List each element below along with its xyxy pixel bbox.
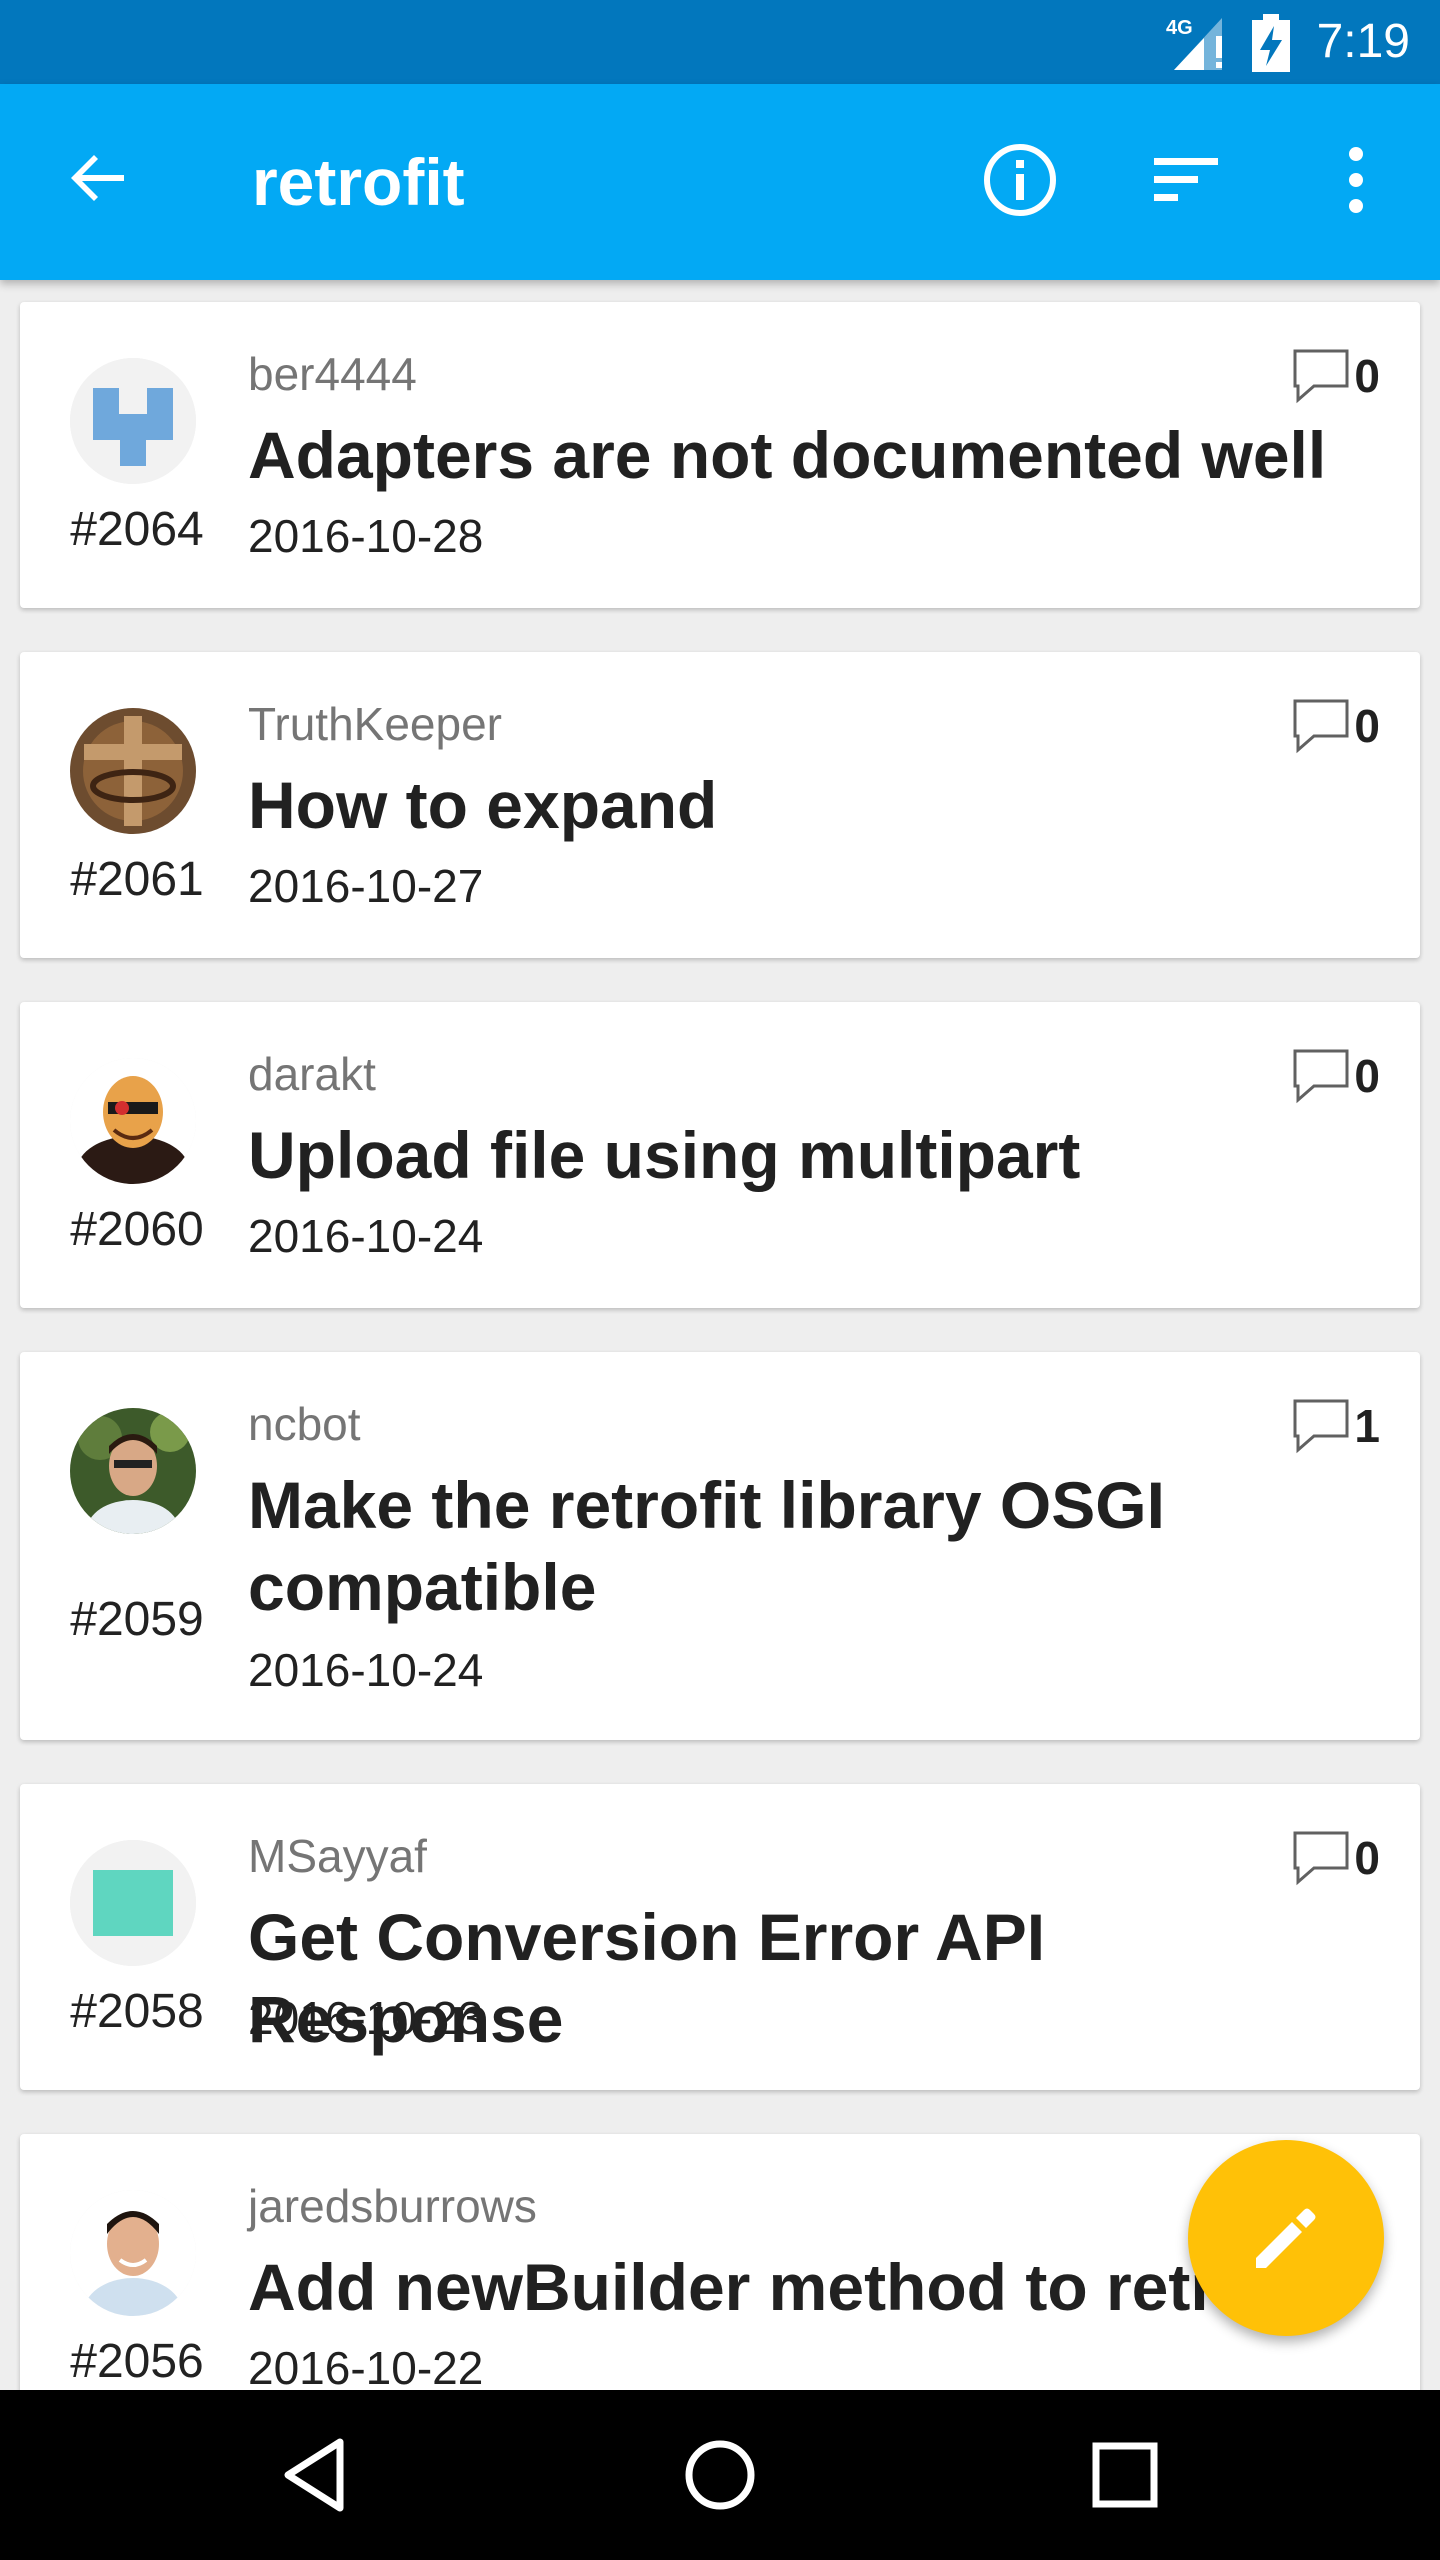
nav-home-icon[interactable]: [677, 2432, 763, 2518]
issue-card[interactable]: #2064 ber4444 Adapters are not documente…: [20, 302, 1420, 608]
arrow-back-icon[interactable]: [66, 146, 130, 210]
comment-count: 0: [1292, 346, 1380, 406]
comment-icon: [1293, 699, 1349, 754]
issue-author[interactable]: ber4444: [248, 346, 417, 402]
avatar: [70, 2190, 196, 2316]
comment-count: 0: [1292, 1828, 1380, 1888]
issue-card[interactable]: #2060 darakt Upload file using multipart…: [20, 1002, 1420, 1308]
issue-date: 2016-10-22: [248, 2342, 484, 2390]
issue-card[interactable]: #2059 ncbot Make the retrofit library OS…: [20, 1352, 1420, 1740]
issue-number: #2061: [70, 853, 204, 906]
issue-number: #2060: [70, 1203, 204, 1256]
issue-title: How to expand: [248, 768, 718, 842]
issue-author[interactable]: darakt: [248, 1046, 376, 1102]
issue-author[interactable]: jaredsburrows: [248, 2178, 537, 2234]
comment-count: 1: [1292, 1396, 1380, 1456]
issue-number: #2056: [70, 2335, 204, 2388]
issue-author[interactable]: TruthKeeper: [248, 696, 502, 752]
issue-title: Adapters are not documented well: [248, 418, 1327, 492]
issue-date: 2016-10-23: [248, 1992, 484, 2044]
issue-author[interactable]: MSayyaf: [248, 1828, 427, 1884]
issue-number: #2059: [70, 1593, 204, 1646]
issue-author[interactable]: ncbot: [248, 1396, 361, 1452]
edit-pencil-icon: [1256, 2208, 1316, 2268]
comment-icon: [1293, 1831, 1349, 1886]
more-vert-icon[interactable]: [1314, 138, 1398, 222]
comment-icon: [1293, 1399, 1349, 1454]
issue-number: #2058: [70, 1985, 204, 2038]
issue-number: #2064: [70, 503, 204, 556]
comment-count: 0: [1292, 696, 1380, 756]
avatar: [70, 1408, 196, 1534]
comment-icon: [1293, 349, 1349, 404]
avatar: [70, 358, 196, 484]
issue-title: Add newBuilder method to retrofit: [248, 2250, 1319, 2324]
status-bar: 4G 7:19: [0, 0, 1440, 84]
nav-back-icon[interactable]: [274, 2432, 360, 2518]
info-icon[interactable]: [978, 138, 1062, 222]
svg-text:4G: 4G: [1166, 17, 1193, 39]
avatar: [70, 708, 196, 834]
issue-title: Upload file using multipart: [248, 1118, 1081, 1192]
app-bar: retrofit: [0, 84, 1440, 280]
system-nav-bar: [0, 2390, 1440, 2560]
new-issue-fab[interactable]: [1188, 2140, 1384, 2336]
issue-card[interactable]: #2058 MSayyaf Get Conversion Error API R…: [20, 1784, 1420, 2090]
issue-date: 2016-10-28: [248, 510, 484, 562]
avatar: [70, 1840, 196, 1966]
page-title: retrofit: [252, 145, 465, 219]
issue-date: 2016-10-24: [248, 1644, 484, 1696]
sort-icon[interactable]: [1146, 138, 1230, 222]
nav-recents-icon[interactable]: [1082, 2432, 1168, 2518]
issue-date: 2016-10-27: [248, 860, 484, 912]
comment-icon: [1293, 1049, 1349, 1104]
comment-count: 0: [1292, 1046, 1380, 1106]
battery-charging-icon: [1252, 14, 1290, 72]
issue-title: Make the retrofit library OSGI compatibl…: [248, 1468, 1165, 1624]
issue-list: #2064 ber4444 Adapters are not documente…: [0, 280, 1440, 2390]
clock: 7:19: [1316, 15, 1410, 68]
issue-card[interactable]: #2061 TruthKeeper How to expand 2016-10-…: [20, 652, 1420, 958]
avatar: [70, 1058, 196, 1184]
signal-4g-icon: 4G: [1166, 17, 1222, 70]
issue-date: 2016-10-24: [248, 1210, 484, 1262]
